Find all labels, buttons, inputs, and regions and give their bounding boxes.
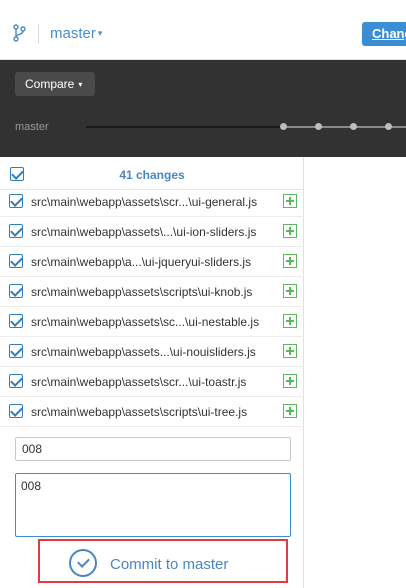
- file-row[interactable]: src\main\webapp\assets\...\ui-ion-slider…: [0, 217, 304, 247]
- file-checkbox[interactable]: [9, 374, 23, 388]
- branch-selector[interactable]: master ▾: [50, 25, 102, 42]
- file-added-icon: [283, 404, 297, 418]
- changes-count: 41 changes: [119, 168, 185, 182]
- compare-band: Compare ▾ master: [0, 60, 406, 157]
- changes-button[interactable]: Chang: [362, 22, 406, 46]
- file-path: src\main\webapp\assets\...\ui-ion-slider…: [31, 225, 257, 239]
- file-path: src\main\webapp\assets...\ui-nouisliders…: [31, 345, 256, 359]
- file-added-icon: [283, 224, 297, 238]
- branch-icon: [13, 24, 26, 42]
- branch-name: master: [50, 25, 96, 42]
- compare-label: Compare: [25, 77, 75, 91]
- timeline-commit-dot[interactable]: [315, 123, 322, 130]
- file-added-icon: [283, 254, 297, 268]
- timeline-commit-dot[interactable]: [385, 123, 392, 130]
- file-row[interactable]: src\main\webapp\assets\scripts\ui-tree.j…: [0, 397, 304, 427]
- chevron-down-icon: ▾: [78, 80, 83, 89]
- changes-header: 41 changes: [0, 157, 304, 190]
- file-row[interactable]: src\main\webapp\assets\sc...\ui-nestable…: [0, 307, 304, 337]
- file-checkbox[interactable]: [9, 284, 23, 298]
- topbar-divider: [38, 24, 39, 44]
- file-checkbox[interactable]: [9, 224, 23, 238]
- file-added-icon: [283, 194, 297, 208]
- file-path: src\main\webapp\assets\scr...\ui-general…: [31, 195, 258, 209]
- top-bar: master▾ Chang: [0, 0, 406, 60]
- commit-button[interactable]: Commit to master: [38, 539, 288, 583]
- file-path: src\main\webapp\assets\scripts\ui-tree.j…: [31, 405, 248, 419]
- file-checkbox[interactable]: [9, 344, 23, 358]
- commit-button-label: Commit to master: [110, 556, 229, 573]
- commit-description-input[interactable]: 008: [15, 473, 291, 537]
- file-row[interactable]: src\main\webapp\assets\scripts\ui-knob.j…: [0, 277, 304, 307]
- file-path: src\main\webapp\assets\sc...\ui-nestable…: [31, 315, 260, 329]
- file-row[interactable]: src\main\webapp\a...\ui-jqueryui-sliders…: [0, 247, 304, 277]
- file-checkbox[interactable]: [9, 314, 23, 328]
- changes-panel: 41 changes src\main\webapp\assets\scr...…: [0, 157, 304, 588]
- file-path: src\main\webapp\assets\scr...\ui-toastr.…: [31, 375, 247, 389]
- commit-check-icon: [69, 549, 97, 577]
- commit-summary-input[interactable]: [15, 437, 291, 461]
- file-checkbox[interactable]: [9, 194, 23, 208]
- file-checkbox[interactable]: [9, 404, 23, 418]
- file-row[interactable]: src\main\webapp\assets...\ui-nouisliders…: [0, 337, 304, 367]
- timeline-commit-dot[interactable]: [280, 123, 287, 130]
- file-added-icon: [283, 284, 297, 298]
- file-checkbox[interactable]: [9, 254, 23, 268]
- compare-button[interactable]: Compare ▾: [15, 72, 95, 96]
- file-row[interactable]: src\main\webapp\assets\scr...\ui-toastr.…: [0, 367, 304, 397]
- file-added-icon: [283, 314, 297, 328]
- file-row[interactable]: src\main\webapp\assets\scr...\ui-general…: [0, 187, 304, 217]
- timeline-branch-label: master: [15, 121, 49, 133]
- chevron-down-icon: ▾: [97, 28, 103, 38]
- timeline-commit-dot[interactable]: [350, 123, 357, 130]
- file-path: src\main\webapp\assets\scripts\ui-knob.j…: [31, 285, 253, 299]
- file-added-icon: [283, 344, 297, 358]
- file-path: src\main\webapp\a...\ui-jqueryui-sliders…: [31, 255, 252, 269]
- file-list: src\main\webapp\assets\scr...\ui-general…: [0, 187, 304, 427]
- file-added-icon: [283, 374, 297, 388]
